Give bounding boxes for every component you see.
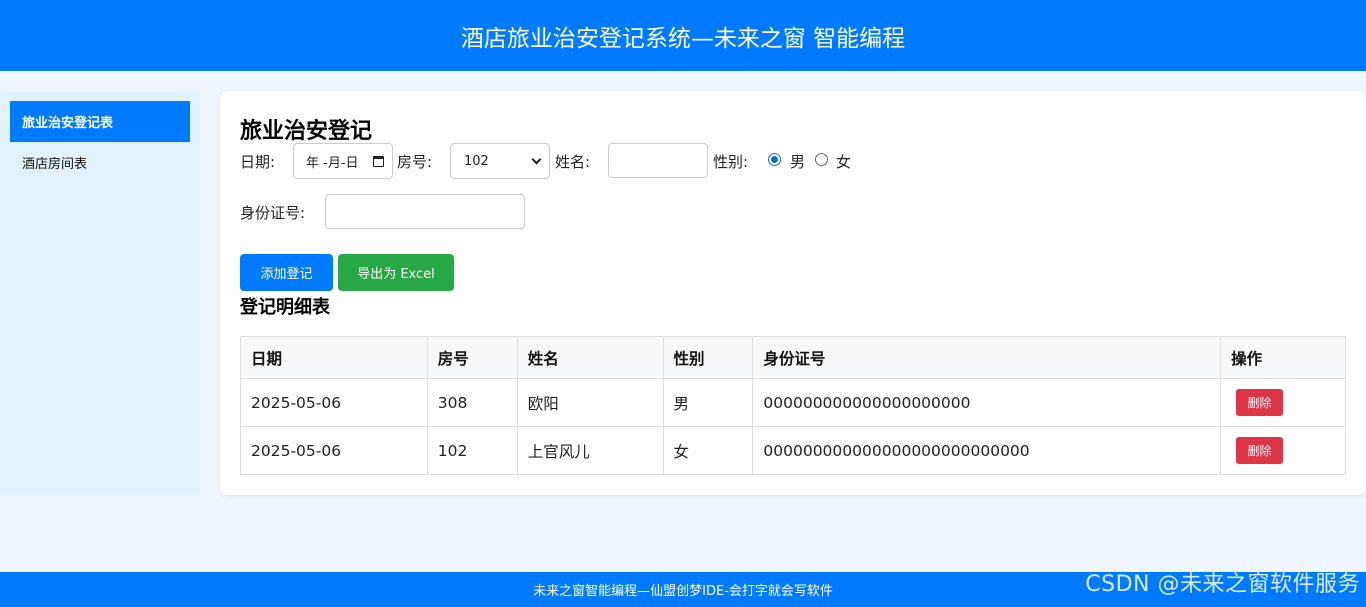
gender-male-label[interactable]: 男 xyxy=(790,151,805,172)
gender-label: 性别: xyxy=(713,153,749,171)
main-panel: 旅业治安登记 日期: 年 -月-日 房号: 102 姓名: 性别: 男 女 身份… xyxy=(220,91,1366,495)
col-id-number: 身份证号 xyxy=(752,336,1222,379)
cell-name: 欧阳 xyxy=(516,378,664,427)
table-row: 2025-05-06 102 上官风儿 女 000000000000000000… xyxy=(240,426,1346,475)
cell-id-number: 000000000000000000000 xyxy=(752,378,1222,427)
page-title: 旅业治安登记 xyxy=(240,119,373,144)
cell-date: 2025-05-06 xyxy=(240,378,428,427)
gender-male-radio[interactable] xyxy=(768,153,781,166)
name-input[interactable] xyxy=(608,143,708,178)
delete-button[interactable]: 删除 xyxy=(1236,389,1284,416)
footer-text: 未来之窗智能编程—仙盟创梦IDE-会打字就会写软件 xyxy=(533,584,833,599)
sidebar: 旅业治安登记表 酒店房间表 xyxy=(0,92,200,495)
room-select[interactable]: 102 xyxy=(450,143,550,179)
cell-date: 2025-05-06 xyxy=(240,426,428,475)
room-selected-value: 102 xyxy=(464,153,489,169)
table-title: 登记明细表 xyxy=(240,297,330,318)
gender-female-radio[interactable] xyxy=(815,153,828,166)
col-action: 操作 xyxy=(1220,336,1346,379)
cell-room: 102 xyxy=(426,426,518,475)
add-registration-button[interactable]: 添加登记 xyxy=(240,254,333,291)
date-value: 年 -月-日 xyxy=(306,155,359,171)
table-header-row: 日期 房号 姓名 性别 身份证号 操作 xyxy=(240,336,1346,379)
cell-action: 删除 xyxy=(1220,378,1346,427)
col-date: 日期 xyxy=(240,336,428,379)
gender-female-label[interactable]: 女 xyxy=(836,151,851,172)
col-gender: 性别 xyxy=(662,336,754,379)
cell-gender: 女 xyxy=(662,426,754,475)
registration-table: 日期 房号 姓名 性别 身份证号 操作 2025-05-06 308 欧阳 男 … xyxy=(240,336,1346,475)
app-title: 酒店旅业治安登记系统—未来之窗 智能编程 xyxy=(460,25,906,52)
col-room: 房号 xyxy=(426,336,518,379)
cell-action: 删除 xyxy=(1220,426,1346,475)
cell-id-number: 000000000000000000000000000 xyxy=(752,426,1222,475)
delete-button[interactable]: 删除 xyxy=(1236,437,1284,464)
id-number-input[interactable] xyxy=(325,194,525,229)
id-label: 身份证号: xyxy=(240,204,306,222)
cell-room: 308 xyxy=(426,378,518,427)
sidebar-item-registration[interactable]: 旅业治安登记表 xyxy=(10,101,190,142)
chevron-down-icon xyxy=(531,154,542,164)
calendar-icon[interactable] xyxy=(373,155,384,167)
name-label: 姓名: xyxy=(555,153,591,171)
room-label: 房号: xyxy=(397,153,433,171)
cell-name: 上官风儿 xyxy=(516,426,664,475)
date-label: 日期: xyxy=(240,153,276,171)
col-name: 姓名 xyxy=(516,336,664,379)
table-row: 2025-05-06 308 欧阳 男 00000000000000000000… xyxy=(240,378,1346,427)
date-input[interactable]: 年 -月-日 xyxy=(293,143,393,179)
export-excel-button[interactable]: 导出为 Excel xyxy=(338,254,454,291)
csdn-watermark: CSDN @未来之窗软件服务 xyxy=(1085,572,1360,597)
app-header: 酒店旅业治安登记系统—未来之窗 智能编程 xyxy=(0,0,1366,71)
cell-gender: 男 xyxy=(662,378,754,427)
sidebar-item-rooms[interactable]: 酒店房间表 xyxy=(10,142,190,183)
